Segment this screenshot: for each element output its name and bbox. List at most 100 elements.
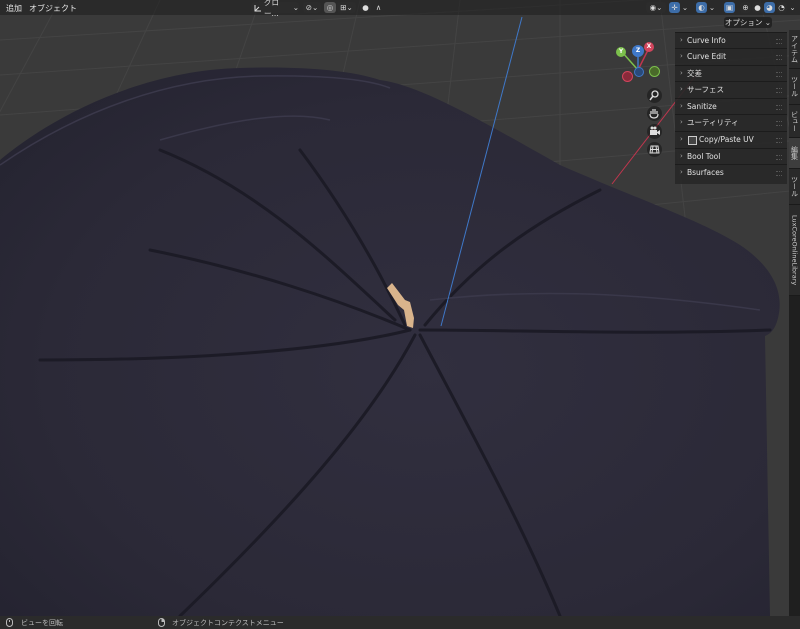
hand-icon <box>649 109 659 119</box>
panel-label: Copy/Paste UV <box>699 135 754 144</box>
gizmo-neg-x-handle[interactable] <box>622 71 633 82</box>
shading-dropdown[interactable]: ⌄ <box>788 2 797 13</box>
gizmo-toggle[interactable]: ✛ <box>669 2 680 13</box>
tab-tool[interactable]: ツール <box>789 69 800 105</box>
panel-curve-info[interactable]: › Curve Info <box>675 32 787 48</box>
snap-toggle[interactable]: ◎ <box>324 2 336 13</box>
panel-bool-tool[interactable]: › Bool Tool <box>675 148 787 164</box>
snap-target-dropdown[interactable]: ⊞ ⌄ <box>337 2 356 13</box>
perspective-toggle[interactable] <box>647 142 662 157</box>
panel-copy-paste-uv[interactable]: › Copy/Paste UV <box>675 131 787 147</box>
chevron-down-icon: ⌄ <box>312 3 319 12</box>
uv-icon <box>688 136 697 145</box>
tab-view[interactable]: ビュー <box>789 105 800 138</box>
chevron-down-icon: ⌄ <box>346 3 353 12</box>
mouse-middle-icon <box>6 618 13 627</box>
options-label: オプション <box>724 18 763 27</box>
drag-handle-icon[interactable] <box>776 88 782 93</box>
panel-label: Bool Tool <box>687 152 721 161</box>
navigation-gizmo[interactable]: Y Z X <box>612 40 667 85</box>
panel-label: ユーティリティ <box>687 118 739 127</box>
tab-edit[interactable]: 編集 <box>789 138 800 169</box>
options-dropdown[interactable]: オプション ⌄ <box>724 17 772 28</box>
status-bar: ビューを回転 オブジェクトコンテクストメニュー <box>0 616 800 629</box>
proportional-edit-toggle[interactable]: ● <box>360 2 371 13</box>
gizmo-neg-y-handle[interactable] <box>649 66 660 77</box>
overlays-dropdown[interactable]: ⌄ <box>708 2 716 13</box>
camera-view-tool[interactable] <box>647 124 662 139</box>
tab-item[interactable]: アイテム <box>789 30 800 69</box>
shading-rendered[interactable]: ◔ <box>776 2 787 13</box>
pan-tool[interactable] <box>647 106 662 121</box>
panel-label: Curve Edit <box>687 52 727 61</box>
panel-label: サーフェス <box>687 85 725 94</box>
visibility-dropdown[interactable]: ◉ ⌄ <box>646 2 666 13</box>
tab-luxcore-online-library[interactable]: LuxCoreOnlineLibrary <box>789 205 800 296</box>
gizmo-dropdown[interactable]: ⌄ <box>681 2 689 13</box>
drag-handle-icon[interactable] <box>776 155 782 160</box>
rendered-sphere-icon: ◔ <box>778 3 785 12</box>
overlays-icon: ◐ <box>698 3 705 12</box>
chevron-right-icon: › <box>680 135 683 143</box>
transform-orientation-dropdown[interactable]: グロー... ⌄ <box>251 0 299 18</box>
panel-label: 交差 <box>687 69 702 78</box>
gizmo-y-label: Y <box>618 48 624 55</box>
material-sphere-icon: ◕ <box>766 3 773 12</box>
chevron-down-icon: ⌄ <box>656 3 663 12</box>
chevron-right-icon: › <box>680 168 683 176</box>
chevron-right-icon: › <box>680 118 683 126</box>
chevron-down-icon: ⌄ <box>789 3 796 12</box>
gizmo-icon: ✛ <box>671 3 678 12</box>
shading-wireframe[interactable]: ⊕ <box>740 2 751 13</box>
status-context-menu: オブジェクトコンテクストメニュー <box>172 619 284 627</box>
sidebar-tabs: アイテム ツール ビュー 編集 ツール LuxCoreOnlineLibrary <box>789 30 800 616</box>
viewport-header: 追加 オブジェクト グロー... ⌄ ⊘ ⌄ ◎ ⊞ ⌄ ● ∧ ◉ ⌄ ✛ ⌄ ◐ … <box>0 0 800 18</box>
drag-handle-icon[interactable] <box>776 72 782 77</box>
wireframe-sphere-icon: ⊕ <box>742 3 749 12</box>
orientation-axes-icon <box>254 4 261 11</box>
drag-handle-icon[interactable] <box>776 55 782 60</box>
drag-handle-icon[interactable] <box>776 121 782 126</box>
grid-perspective-icon <box>649 145 660 154</box>
menu-object[interactable]: オブジェクト <box>29 3 77 14</box>
chevron-down-icon: ⌄ <box>708 3 716 12</box>
panel-bsurfaces[interactable]: › Bsurfaces <box>675 164 787 180</box>
panel-label: Bsurfaces <box>687 168 724 177</box>
shading-material[interactable]: ◕ <box>764 2 775 13</box>
gizmo-x-label: X <box>646 43 652 50</box>
pivot-point-dropdown[interactable]: ⊘ ⌄ <box>303 2 321 13</box>
chevron-down-icon: ⌄ <box>681 3 689 12</box>
chevron-right-icon: › <box>680 36 683 44</box>
panel-label: Sanitize <box>687 102 717 111</box>
falloff-dropdown[interactable]: ∧ <box>373 2 384 13</box>
shading-solid[interactable]: ● <box>752 2 763 13</box>
chevron-right-icon: › <box>680 85 683 93</box>
menu-add[interactable]: 追加 <box>6 3 22 14</box>
drag-handle-icon[interactable] <box>776 138 782 143</box>
chevron-down-icon: ⌄ <box>292 3 299 12</box>
chevron-right-icon: › <box>680 152 683 160</box>
drag-handle-icon[interactable] <box>776 105 782 110</box>
panel-curve-edit[interactable]: › Curve Edit <box>675 48 787 64</box>
panel-utility[interactable]: › ユーティリティ <box>675 114 787 130</box>
drag-handle-icon[interactable] <box>776 39 782 44</box>
sidebar-panel: › Curve Info › Curve Edit › 交差 › サーフェス ›… <box>675 32 787 184</box>
gizmo-neg-z-handle[interactable] <box>634 67 644 77</box>
status-rotate-view: ビューを回転 <box>21 619 63 627</box>
drag-handle-icon[interactable] <box>776 171 782 176</box>
camera-icon <box>650 126 660 135</box>
xray-toggle[interactable]: ▣ <box>724 2 735 13</box>
tab-tool-2[interactable]: ツール <box>789 169 800 205</box>
panel-intersect[interactable]: › 交差 <box>675 65 787 81</box>
overlays-toggle[interactable]: ◐ <box>696 2 707 13</box>
zoom-tool[interactable] <box>647 88 662 103</box>
panel-surface[interactable]: › サーフェス <box>675 81 787 97</box>
solid-sphere-icon: ● <box>754 3 761 12</box>
falloff-curve-icon: ∧ <box>375 3 382 12</box>
chevron-down-icon: ⌄ <box>764 18 772 27</box>
magnet-icon: ◎ <box>326 3 334 12</box>
proportional-edit-icon: ● <box>362 3 369 12</box>
panel-sanitize[interactable]: › Sanitize <box>675 98 787 114</box>
orientation-label: グロー... <box>264 0 279 18</box>
chevron-right-icon: › <box>680 69 683 77</box>
